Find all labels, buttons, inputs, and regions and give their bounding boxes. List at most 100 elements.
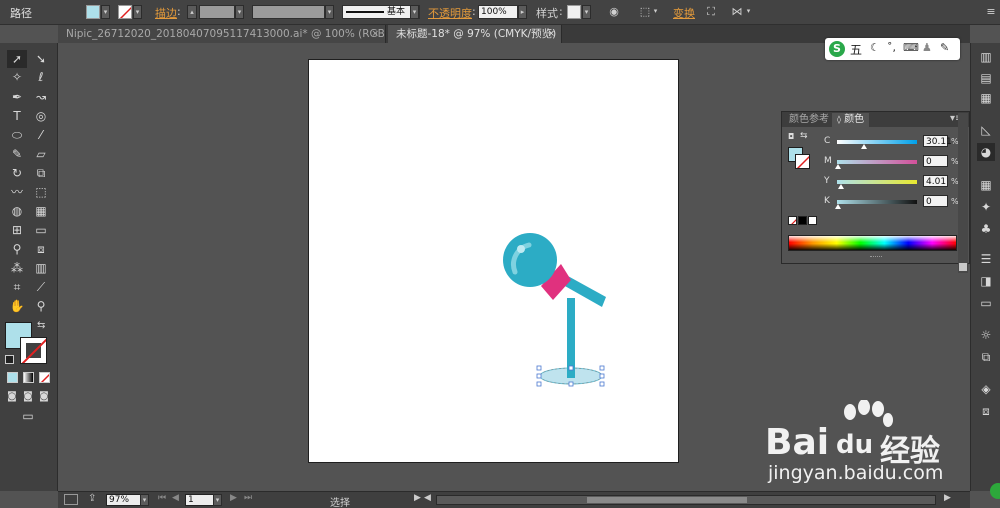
tab-color-guide[interactable]: 颜色参考	[784, 113, 834, 127]
draw-inside-icon[interactable]: ◙	[36, 388, 52, 406]
symbol-sprayer-tool-icon[interactable]: ⁂	[7, 259, 27, 277]
first-artboard-icon[interactable]: ⏮	[158, 493, 166, 503]
properties-panel-icon[interactable]: ▥	[977, 48, 995, 66]
panel-default-icon[interactable]: ◘	[788, 132, 794, 141]
align-dropdown[interactable]: ▾	[651, 5, 660, 19]
ime-toolbar[interactable]: S 五 ☾ ˚, ⌨ ♟ ✎	[825, 38, 960, 60]
ime-keyboard-icon[interactable]: ⌨	[903, 41, 919, 54]
microphone-illustration[interactable]	[309, 60, 680, 464]
warp-tool-icon[interactable]: 〰	[7, 183, 27, 201]
panel-scroll-thumb[interactable]	[959, 263, 967, 271]
spiral-tool-icon[interactable]: ◎	[31, 107, 51, 125]
brush-dropdown[interactable]: ▾	[410, 5, 419, 19]
black-slider-thumb[interactable]	[835, 204, 841, 209]
isolate-icon[interactable]: ⛶	[704, 5, 718, 19]
pathfinder-panel-icon[interactable]: ⧈	[977, 402, 995, 420]
stroke-label[interactable]: 描边	[155, 5, 177, 21]
appearance-panel-icon[interactable]: ▭	[977, 294, 995, 312]
panel-scrollbar[interactable]	[958, 113, 968, 273]
direct-selection-tool-icon[interactable]: ➘	[31, 50, 51, 68]
horizontal-scroll-thumb[interactable]	[587, 497, 747, 503]
prev-artboard-icon[interactable]: ◀	[172, 493, 179, 503]
type-tool-icon[interactable]: T	[7, 107, 27, 125]
magenta-slider-thumb[interactable]	[835, 164, 841, 169]
ellipse-tool-icon[interactable]: ⬭	[7, 126, 27, 144]
close-icon[interactable]: ×	[547, 25, 555, 43]
free-transform-tool-icon[interactable]: ⬚	[31, 183, 51, 201]
panel-stroke-swatch[interactable]	[795, 154, 810, 169]
shape-options-icon[interactable]: ⋈	[730, 5, 744, 19]
stroke-dropdown[interactable]: ▾	[133, 5, 142, 19]
gradient-panel-icon[interactable]: ◺	[977, 121, 995, 139]
stroke-weight-dropdown[interactable]: ▾	[235, 5, 244, 19]
ime-mode[interactable]: 五	[850, 41, 862, 58]
pencil-tool-icon[interactable]: ✎	[7, 145, 27, 163]
microphone-head[interactable]	[503, 233, 557, 287]
opacity-label[interactable]: 不透明度	[428, 5, 472, 21]
cyan-slider[interactable]	[837, 140, 917, 144]
graphic-style-swatch[interactable]	[567, 5, 581, 19]
yellow-slider[interactable]	[837, 180, 917, 184]
rotate-tool-icon[interactable]: ↻	[7, 164, 27, 182]
shape-builder-tool-icon[interactable]: ◍	[7, 202, 27, 220]
page-dropdown[interactable]: ▾	[213, 494, 222, 506]
eraser-tool-icon[interactable]: ▱	[31, 145, 51, 163]
cyan-slider-thumb[interactable]	[861, 144, 867, 149]
variable-width-dropdown[interactable]: ▾	[325, 5, 334, 19]
perspective-grid-tool-icon[interactable]: ▦	[31, 202, 51, 220]
fill-swatch[interactable]	[86, 5, 100, 19]
quick-white-swatch[interactable]	[808, 216, 817, 225]
yellow-slider-thumb[interactable]	[838, 184, 844, 189]
opacity-dropdown[interactable]: ▸	[518, 5, 527, 19]
lasso-tool-icon[interactable]: ℓ	[31, 68, 51, 86]
panel-swap-icon[interactable]: ⇆	[800, 131, 808, 141]
selection-tool-icon[interactable]: ➚	[7, 50, 27, 68]
color-panel-icon[interactable]: ◕	[977, 143, 995, 161]
scale-tool-icon[interactable]: ⧉	[31, 164, 51, 182]
gradient-tool-icon[interactable]: ▭	[31, 221, 51, 239]
panel-resize-grip[interactable]	[870, 256, 882, 259]
hand-tool-icon[interactable]: ✋	[7, 297, 27, 315]
stroke-color-box[interactable]	[20, 337, 47, 364]
horizontal-scrollbar[interactable]	[436, 495, 936, 505]
none-mode-button[interactable]	[39, 372, 50, 383]
tab-untitled-18[interactable]: 未标题-18* @ 97% (CMYK/预览) ×	[388, 25, 562, 43]
quick-none-swatch[interactable]	[788, 216, 797, 225]
magic-wand-tool-icon[interactable]: ✧	[7, 68, 27, 86]
shape-options-dropdown[interactable]: ▾	[744, 5, 753, 19]
stroke-weight-field[interactable]	[199, 5, 235, 19]
links-panel-icon[interactable]: ◈	[977, 380, 995, 398]
ime-dot-icon[interactable]: ˚,	[887, 41, 896, 54]
layers-panel-icon[interactable]: ▤	[977, 69, 995, 87]
panel-menu-icon[interactable]: ≡	[984, 5, 998, 19]
brushes-panel-icon[interactable]: ✦	[977, 198, 995, 216]
color-mode-button[interactable]	[7, 372, 18, 383]
tab-color[interactable]: ◊ 颜色	[832, 113, 870, 127]
black-value-field[interactable]: 0	[923, 195, 948, 207]
artboard-nav-icon[interactable]	[64, 494, 78, 505]
draw-normal-icon[interactable]: ◙	[4, 388, 20, 406]
ime-moon-icon[interactable]: ☾	[870, 41, 880, 54]
align-panel-icon[interactable]: ⧉	[977, 348, 995, 366]
draw-behind-icon[interactable]: ◙	[20, 388, 36, 406]
blend-tool-icon[interactable]: ⧈	[31, 240, 51, 258]
ime-settings-icon[interactable]: ✎	[940, 41, 949, 54]
magenta-value-field[interactable]: 0	[923, 155, 948, 167]
magenta-slider[interactable]	[837, 160, 917, 164]
graphic-styles-panel-icon[interactable]: ☼	[977, 326, 995, 344]
graphic-style-dropdown[interactable]: ▾	[582, 5, 591, 19]
fill-dropdown[interactable]: ▾	[101, 5, 110, 19]
default-colors-icon[interactable]	[5, 355, 14, 364]
recolor-artwork-icon[interactable]: ◉	[607, 5, 621, 19]
mesh-tool-icon[interactable]: ⊞	[7, 221, 27, 239]
swap-fill-stroke-icon[interactable]: ⇆	[37, 320, 45, 331]
tab-nipic-document[interactable]: Nipic_26712020_20180407095117413000.ai* …	[58, 25, 386, 43]
close-icon[interactable]: ×	[371, 25, 379, 43]
stroke-swatch[interactable]	[118, 5, 132, 19]
next-artboard-icon[interactable]: ▶	[230, 493, 237, 503]
corner-badge-icon[interactable]	[990, 483, 1000, 499]
artboard[interactable]	[308, 59, 679, 463]
gradient-mode-button[interactable]	[23, 372, 34, 383]
brush-definition-field[interactable]: 基本	[342, 5, 420, 19]
transparency-panel-icon[interactable]: ◨	[977, 272, 995, 290]
